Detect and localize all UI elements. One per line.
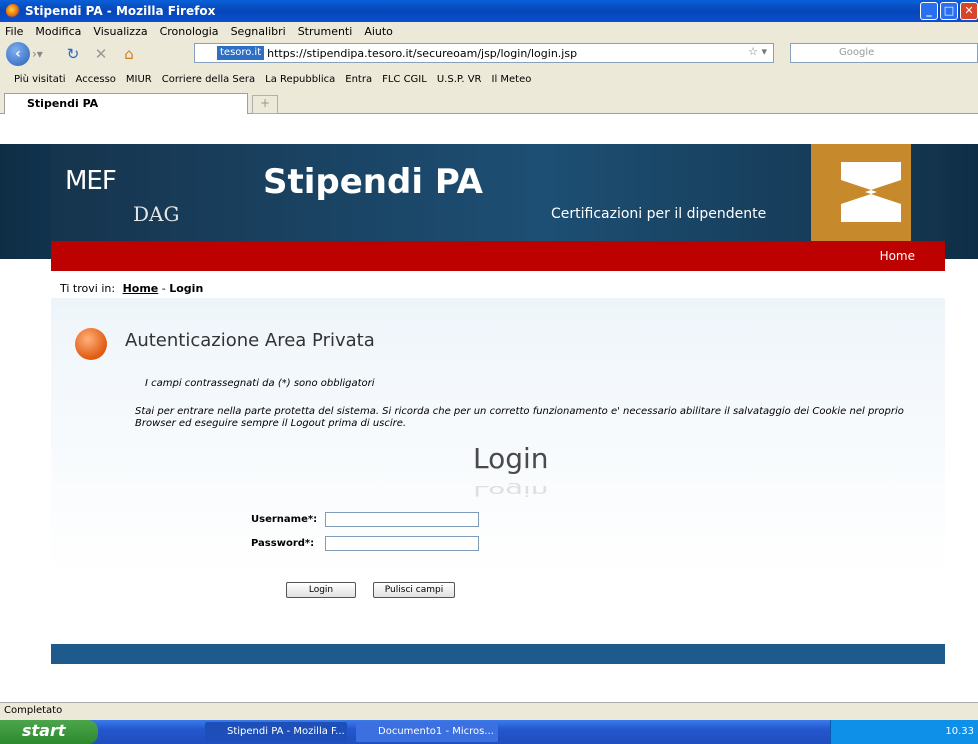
firefox-icon xyxy=(6,4,20,18)
start-button[interactable]: start xyxy=(0,720,98,744)
login-heading-reflection: Login xyxy=(473,482,549,499)
minimize-button[interactable]: _ xyxy=(920,2,938,20)
site-footer-bar xyxy=(51,644,945,664)
password-label: Password*: xyxy=(251,538,315,549)
status-bar: Completato xyxy=(0,702,978,720)
spa-logo-graphic xyxy=(811,144,911,241)
taskbar-item-firefox[interactable]: Stipendi PA - Mozilla F... xyxy=(205,722,347,742)
bookmark-item[interactable]: FLC CGIL xyxy=(382,74,427,85)
clear-fields-button[interactable]: Pulisci campi xyxy=(373,582,455,598)
tab-bar: Stipendi PA + xyxy=(0,90,978,114)
page-content: MEF DAG Stipendi PA Certificazioni per i… xyxy=(0,114,978,702)
username-input[interactable] xyxy=(325,512,479,527)
breadcrumb-prefix: Ti trovi in: xyxy=(60,282,116,295)
url-bar[interactable]: tesoro.it https://stipendipa.tesoro.it/s… xyxy=(194,43,774,63)
menu-file[interactable]: File xyxy=(5,25,23,38)
menu-modifica[interactable]: Modifica xyxy=(35,25,81,38)
orange-bullet-icon xyxy=(75,328,107,360)
dag-logo: DAG xyxy=(133,202,180,226)
home-icon[interactable]: ⌂ xyxy=(118,45,140,63)
menu-strumenti[interactable]: Strumenti xyxy=(298,25,353,38)
breadcrumb-home-link[interactable]: Home xyxy=(123,282,159,295)
nav-red-bar: Home xyxy=(51,241,945,271)
tab-stipendi-pa[interactable]: Stipendi PA xyxy=(4,93,248,114)
breadcrumb-current: Login xyxy=(169,282,204,295)
menu-bar: File Modifica Visualizza Cronologia Segn… xyxy=(0,22,978,40)
taskbar-item-word[interactable]: Documento1 - Micros... xyxy=(356,722,498,742)
site-identity-badge[interactable]: tesoro.it xyxy=(217,46,265,60)
bookmark-item[interactable]: La Repubblica xyxy=(265,74,335,85)
password-input[interactable] xyxy=(325,536,479,551)
navigation-toolbar: ‹ ›▾ ↻ ✕ ⌂ tesoro.it https://stipendipa.… xyxy=(0,40,978,68)
login-heading: Login xyxy=(473,442,549,475)
bookmark-item[interactable]: Corriere della Sera xyxy=(162,74,255,85)
window-title: Stipendi PA - Mozilla Firefox xyxy=(25,4,216,18)
maximize-button[interactable]: □ xyxy=(940,2,958,20)
login-panel: Autenticazione Area Privata I campi cont… xyxy=(51,298,945,644)
username-label: Username*: xyxy=(251,514,318,525)
breadcrumb: Ti trovi in: Home - Login xyxy=(51,271,945,298)
login-button[interactable]: Login xyxy=(286,582,356,598)
bookmark-item[interactable]: Il Meteo xyxy=(492,74,532,85)
breadcrumb-separator: - xyxy=(161,282,166,295)
search-placeholder: Google xyxy=(839,47,875,58)
url-text: https://stipendipa.tesoro.it/secureoam/j… xyxy=(267,46,578,60)
close-button[interactable]: ✕ xyxy=(960,2,978,20)
reload-icon[interactable]: ↻ xyxy=(62,45,84,63)
bookmark-item[interactable]: Più visitati xyxy=(14,74,66,85)
back-button[interactable]: ‹ xyxy=(6,42,30,66)
site-brand: Stipendi PA xyxy=(263,162,483,202)
bookmark-item[interactable]: U.S.P. VR xyxy=(437,74,482,85)
bookmarks-toolbar: Più visitati Accesso MIUR Corriere della… xyxy=(0,68,978,90)
clock: 10.33 xyxy=(945,726,974,737)
windows-taskbar: start Stipendi PA - Mozilla F... Documen… xyxy=(0,720,978,744)
area-title: Autenticazione Area Privata xyxy=(125,330,375,351)
menu-aiuto[interactable]: Aiuto xyxy=(364,25,393,38)
search-input[interactable]: Google xyxy=(790,43,978,63)
required-note: I campi contrassegnati da (*) sono obbli… xyxy=(145,378,375,389)
system-tray: 10.33 xyxy=(830,720,978,744)
status-text: Completato xyxy=(4,705,63,716)
forward-button[interactable]: ›▾ xyxy=(32,44,56,64)
bookmark-item[interactable]: Entra xyxy=(345,74,372,85)
menu-segnalibri[interactable]: Segnalibri xyxy=(231,25,286,38)
bookmark-item[interactable]: MIUR xyxy=(126,74,152,85)
bookmark-item[interactable]: Accesso xyxy=(76,74,116,85)
menu-cronologia[interactable]: Cronologia xyxy=(160,25,219,38)
home-link[interactable]: Home xyxy=(880,249,915,263)
stop-icon[interactable]: ✕ xyxy=(90,45,112,63)
site-container: MEF DAG Stipendi PA Certificazioni per i… xyxy=(51,144,945,666)
new-tab-button[interactable]: + xyxy=(252,95,278,114)
title-bar: Stipendi PA - Mozilla Firefox _ □ ✕ xyxy=(0,0,978,22)
menu-visualizza[interactable]: Visualizza xyxy=(93,25,147,38)
bookmark-star-icon[interactable]: ☆ ▾ xyxy=(748,45,767,58)
mef-logo: MEF xyxy=(65,166,117,196)
site-subtitle: Certificazioni per il dipendente xyxy=(551,206,767,222)
browser-window: Stipendi PA - Mozilla Firefox _ □ ✕ File… xyxy=(0,0,978,744)
cookie-notice: Stai per entrare nella parte protetta de… xyxy=(135,406,904,429)
site-header: MEF DAG Stipendi PA Certificazioni per i… xyxy=(51,144,945,241)
